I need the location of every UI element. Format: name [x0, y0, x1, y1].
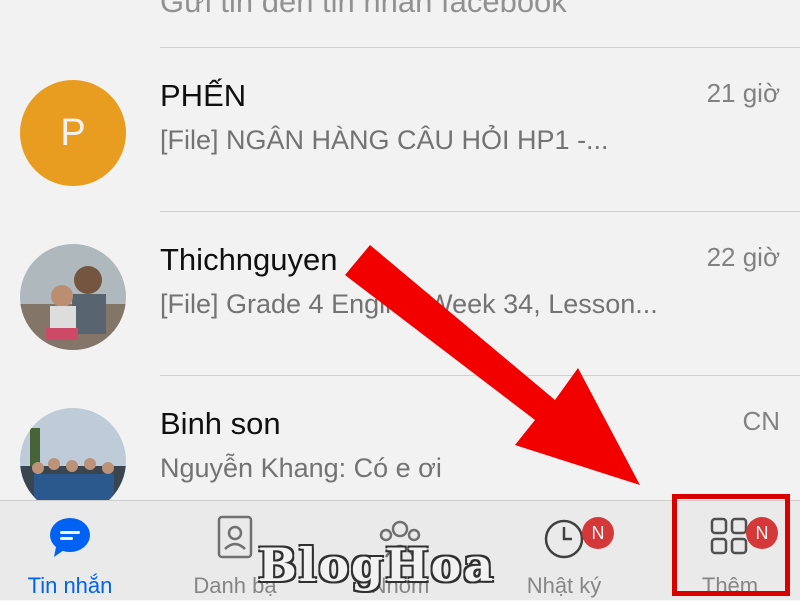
annotation-arrow [345, 245, 640, 485]
watermark: BlogHoa [258, 538, 496, 592]
